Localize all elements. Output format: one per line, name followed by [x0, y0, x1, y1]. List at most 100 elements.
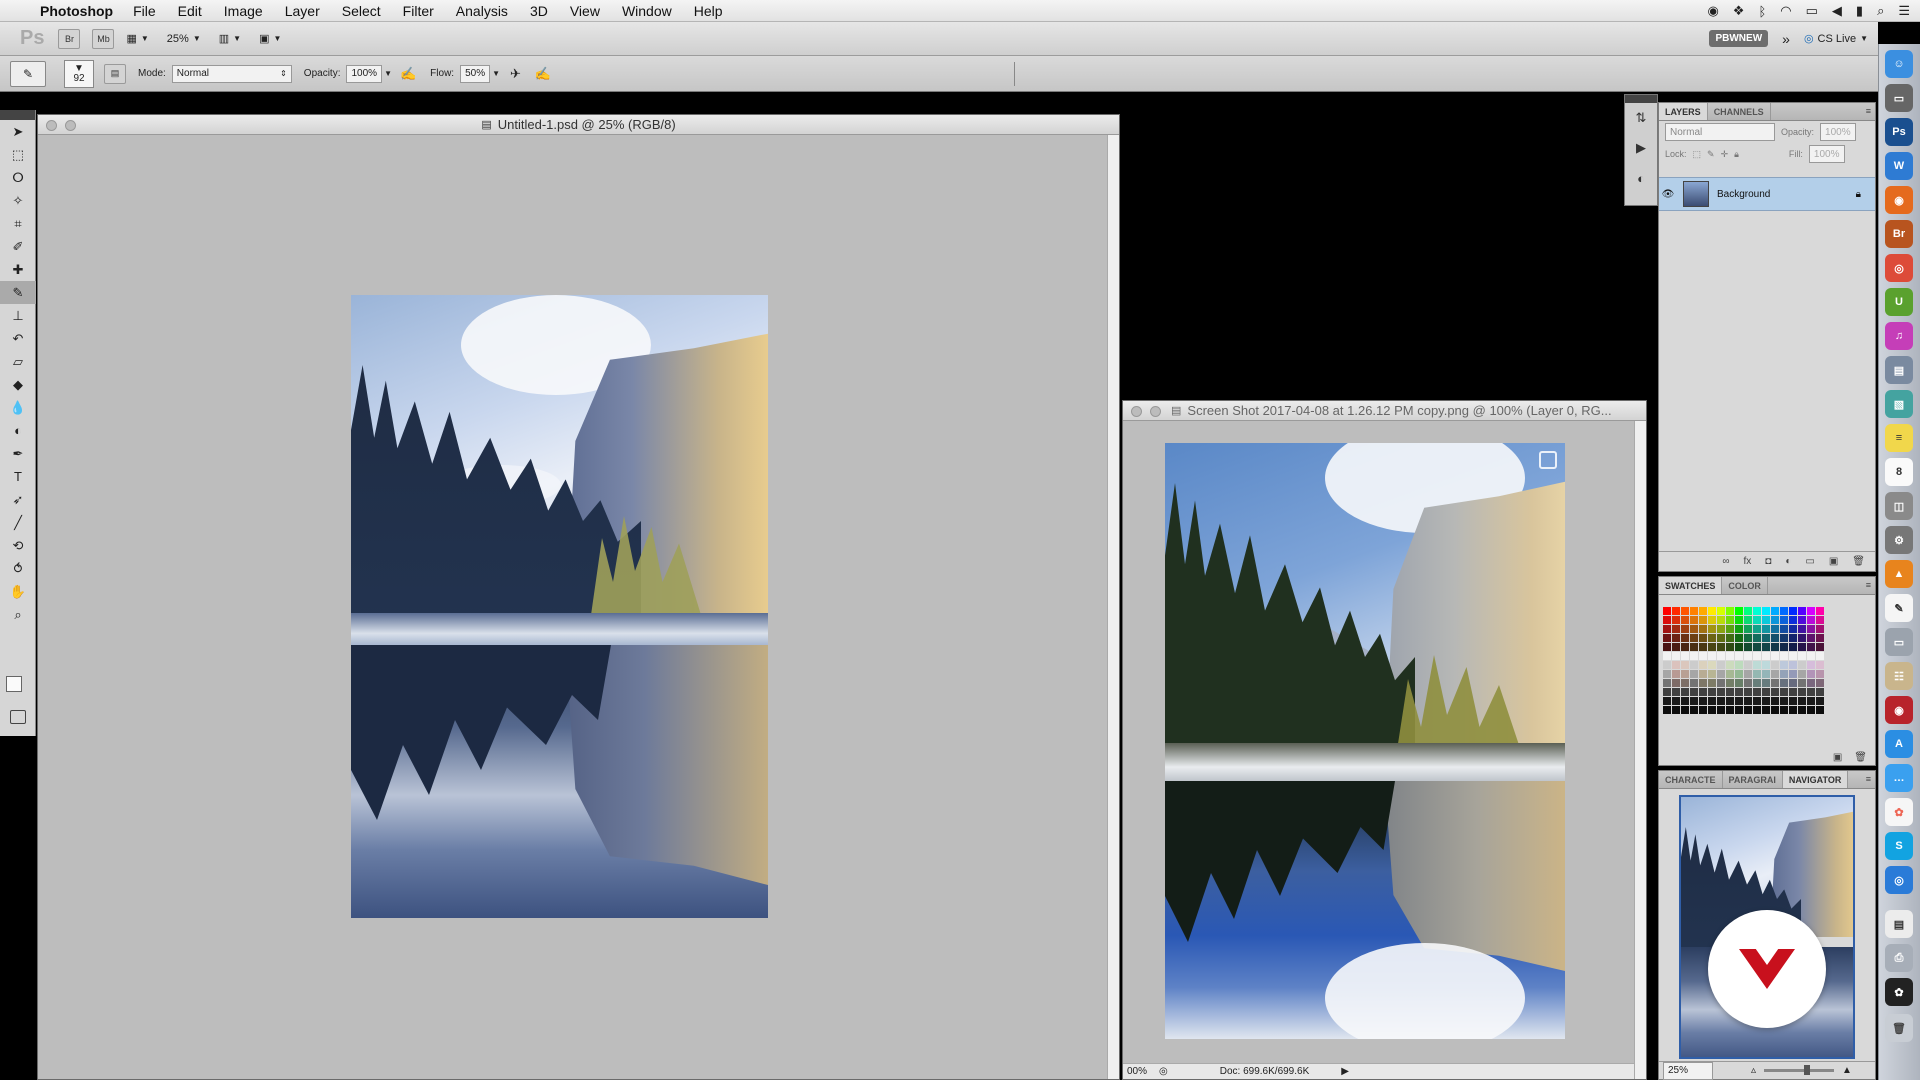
- eraser-tool-icon[interactable]: ▱: [0, 350, 36, 373]
- color-swatch[interactable]: [1762, 706, 1770, 714]
- clone-stamp-tool-icon[interactable]: ⊥: [0, 304, 36, 327]
- zoom-tool-icon[interactable]: ⌕: [0, 603, 36, 626]
- color-swatch[interactable]: [1780, 670, 1788, 678]
- color-swatch[interactable]: [1807, 661, 1815, 669]
- color-swatch[interactable]: [1753, 616, 1761, 624]
- color-swatch[interactable]: [1690, 616, 1698, 624]
- healing-brush-tool-icon[interactable]: ✚: [0, 258, 36, 281]
- color-swatch[interactable]: [1771, 679, 1779, 687]
- color-swatch[interactable]: [1816, 706, 1824, 714]
- color-swatch[interactable]: [1816, 643, 1824, 651]
- color-swatch[interactable]: [1807, 643, 1815, 651]
- color-swatch[interactable]: [1744, 706, 1752, 714]
- firefox-icon[interactable]: ◉: [1885, 186, 1913, 214]
- zoom-level-dropdown[interactable]: 25% ▼: [167, 33, 201, 45]
- menu-filter[interactable]: Filter: [403, 3, 434, 19]
- color-swatch[interactable]: [1690, 625, 1698, 633]
- adjustments-panel-icon[interactable]: ◐: [1625, 163, 1657, 193]
- color-swatch[interactable]: [1735, 616, 1743, 624]
- color-swatch[interactable]: [1780, 697, 1788, 705]
- tab-navigator[interactable]: NAVIGATOR: [1782, 771, 1849, 788]
- color-swatch[interactable]: [1762, 643, 1770, 651]
- layer-opacity-field[interactable]: 100%: [1820, 123, 1856, 141]
- new-layer-icon[interactable]: ▣: [1829, 556, 1838, 567]
- color-swatch[interactable]: [1753, 652, 1761, 660]
- color-swatch[interactable]: [1816, 652, 1824, 660]
- color-swatch[interactable]: [1681, 688, 1689, 696]
- color-swatch[interactable]: [1690, 679, 1698, 687]
- mode-select[interactable]: Normal ⇕: [171, 64, 292, 83]
- battery-icon[interactable]: ▮: [1856, 3, 1863, 19]
- color-swatch[interactable]: [1798, 643, 1806, 651]
- color-swatch[interactable]: [1780, 706, 1788, 714]
- actions-panel-icon[interactable]: ▶: [1625, 133, 1657, 163]
- color-swatch[interactable]: [1780, 652, 1788, 660]
- color-swatch[interactable]: [1681, 652, 1689, 660]
- color-swatch[interactable]: [1771, 634, 1779, 642]
- color-swatch[interactable]: [1690, 670, 1698, 678]
- color-swatch[interactable]: [1762, 688, 1770, 696]
- brush-panel-toggle[interactable]: ▤: [104, 63, 126, 84]
- file-icon[interactable]: ▭: [1885, 628, 1913, 656]
- color-swatch[interactable]: [1753, 607, 1761, 615]
- color-swatch[interactable]: [1663, 625, 1671, 633]
- tools-panel-header[interactable]: [0, 110, 35, 120]
- close-window-icon[interactable]: [1131, 406, 1142, 417]
- color-swatch[interactable]: [1726, 652, 1734, 660]
- textedit-icon[interactable]: ✎: [1885, 594, 1913, 622]
- color-swatch[interactable]: [1807, 688, 1815, 696]
- color-swatch[interactable]: [1798, 634, 1806, 642]
- color-swatch[interactable]: [1771, 661, 1779, 669]
- color-swatch[interactable]: [1663, 670, 1671, 678]
- messages-icon[interactable]: …: [1885, 764, 1913, 792]
- color-swatch[interactable]: [1780, 679, 1788, 687]
- pen-tool-icon[interactable]: ✒: [0, 442, 36, 465]
- blur-tool-icon[interactable]: 💧: [0, 396, 36, 419]
- color-swatch[interactable]: [1798, 697, 1806, 705]
- color-swatch[interactable]: [1699, 697, 1707, 705]
- color-swatch[interactable]: [1735, 697, 1743, 705]
- line-tool-icon[interactable]: ╱: [0, 511, 36, 534]
- color-swatch[interactable]: [1672, 643, 1680, 651]
- color-swatch[interactable]: [1663, 607, 1671, 615]
- upwork-icon[interactable]: U: [1885, 288, 1913, 316]
- color-swatch[interactable]: [1735, 688, 1743, 696]
- color-swatch[interactable]: [1735, 661, 1743, 669]
- color-swatch[interactable]: [1717, 634, 1725, 642]
- color-swatch[interactable]: [1753, 679, 1761, 687]
- color-swatch[interactable]: [1708, 652, 1716, 660]
- color-swatch[interactable]: [1681, 679, 1689, 687]
- printer-icon[interactable]: ⎙: [1885, 944, 1913, 972]
- lock-position-icon[interactable]: ✛: [1721, 149, 1729, 160]
- color-swatch[interactable]: [1816, 688, 1824, 696]
- color-swatch[interactable]: [1717, 679, 1725, 687]
- color-swatch[interactable]: [1681, 661, 1689, 669]
- color-swatch[interactable]: [1735, 643, 1743, 651]
- opacity-field[interactable]: 100%: [346, 64, 383, 83]
- color-swatch[interactable]: [1717, 706, 1725, 714]
- itunes-icon[interactable]: ♫: [1885, 322, 1913, 350]
- color-swatch[interactable]: [1717, 607, 1725, 615]
- color-swatch[interactable]: [1807, 634, 1815, 642]
- menu-image[interactable]: Image: [224, 3, 263, 19]
- color-swatch[interactable]: [1672, 706, 1680, 714]
- color-swatch[interactable]: [1672, 634, 1680, 642]
- color-swatch[interactable]: [1699, 652, 1707, 660]
- skype-icon[interactable]: S: [1885, 832, 1913, 860]
- delete-swatch-icon[interactable]: 🗑︎: [1854, 752, 1867, 763]
- color-swatch[interactable]: [1807, 616, 1815, 624]
- marquee-tool-icon[interactable]: ⬚: [0, 143, 36, 166]
- color-swatch[interactable]: [1807, 670, 1815, 678]
- preview-icon[interactable]: ▧: [1885, 390, 1913, 418]
- color-swatch[interactable]: [1663, 697, 1671, 705]
- hand-tool-icon[interactable]: ✋: [0, 580, 36, 603]
- color-swatch[interactable]: [1681, 670, 1689, 678]
- color-swatch[interactable]: [1762, 661, 1770, 669]
- color-swatch[interactable]: [1717, 688, 1725, 696]
- color-swatch[interactable]: [1807, 706, 1815, 714]
- color-swatch[interactable]: [1735, 706, 1743, 714]
- color-swatch[interactable]: [1663, 643, 1671, 651]
- color-swatch[interactable]: [1771, 607, 1779, 615]
- quick-selection-tool-icon[interactable]: ✧: [0, 189, 36, 212]
- photos-icon[interactable]: ▤: [1885, 356, 1913, 384]
